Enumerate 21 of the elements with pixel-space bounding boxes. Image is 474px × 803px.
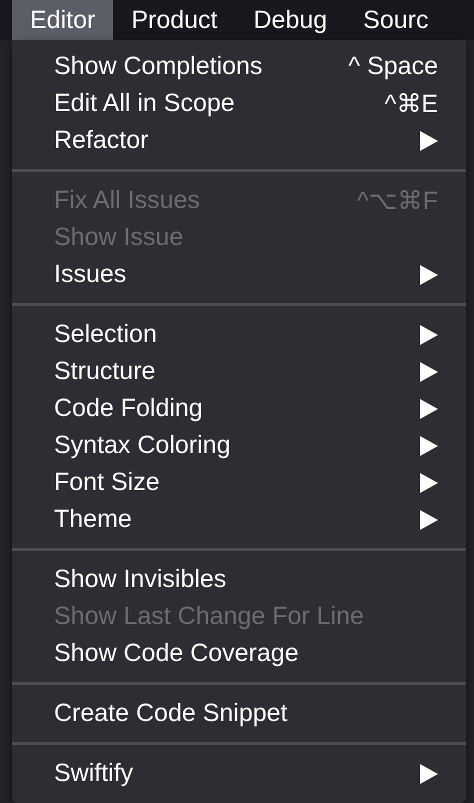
shortcut-label: ^⌥⌘F [356,186,438,216]
menu-item[interactable]: Edit All in Scope ^⌘E [12,85,466,122]
menu-item[interactable]: Selection [12,316,466,353]
menu-bar-item[interactable]: Editor [12,0,114,40]
menu-item[interactable]: Theme [12,501,466,538]
menu-item[interactable]: Show Completions ^ Space [12,48,466,85]
shortcut-label: ^ Space [348,52,438,81]
menu-item[interactable]: Syntax Coloring [12,427,466,464]
menu-item[interactable]: Font Size [12,464,466,501]
menu-bar-item[interactable]: Debug [235,0,346,40]
menu-bar-item[interactable]: Sourc [345,0,446,40]
menu-bar-item[interactable]: Product [113,0,236,40]
menu-item[interactable]: Issues [12,256,466,293]
menu-item[interactable]: Structure [12,353,466,390]
menu-item[interactable]: Show Code Coverage [12,635,466,672]
shortcut-label: ^⌘E [384,88,438,118]
menu-item[interactable]: Create Code Snippet [12,695,466,732]
menu-item[interactable]: Swiftify [12,755,466,792]
menu-item[interactable]: Code Folding [12,390,466,427]
menu-item[interactable]: Show Invisibles [12,561,466,598]
menu-item[interactable]: Refactor [12,122,466,159]
